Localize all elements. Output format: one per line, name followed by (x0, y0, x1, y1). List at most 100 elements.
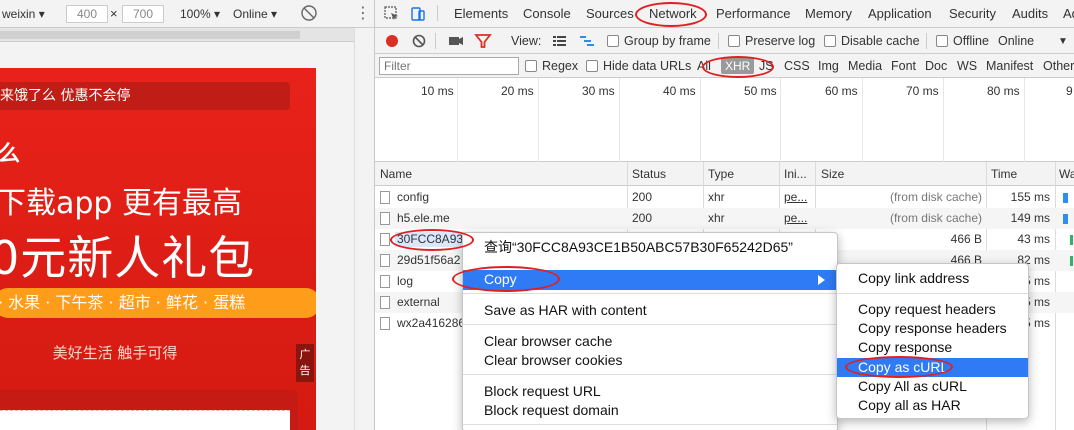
menu-item-clear-cookies[interactable]: Clear browser cookies (463, 351, 837, 370)
submenu-copy-response[interactable]: Copy response (837, 338, 1028, 357)
network-throttle-select[interactable]: Online ▾ (233, 6, 277, 22)
submenu-copy-all-as-curl[interactable]: Copy All as cURL (837, 377, 1028, 396)
ad-badge: 广告 (296, 344, 314, 382)
view-label: View: (511, 34, 542, 48)
throttle-dropdown-icon[interactable]: ▼ (1058, 34, 1068, 50)
menu-item-copy[interactable]: Copy (463, 270, 837, 290)
record-icon[interactable] (383, 32, 401, 50)
filter-funnel-icon[interactable] (474, 32, 492, 50)
tab-application[interactable]: Application (868, 6, 932, 22)
network-value: Online (233, 7, 268, 21)
device-toolbar-icon[interactable] (409, 5, 427, 23)
filter-type-doc[interactable]: Doc (925, 58, 947, 74)
tab-overflow[interactable]: Ad (1063, 6, 1074, 22)
filter-type-manifest[interactable]: Manifest (986, 58, 1033, 74)
width-input[interactable]: 400 (66, 5, 108, 23)
submenu-copy-all-as-har[interactable]: Copy all as HAR (837, 396, 1028, 415)
waterfall-bar (1063, 193, 1068, 203)
hide-data-urls-label: Hide data URLs (603, 59, 692, 73)
row-name: 30FCC8A93 (395, 232, 466, 247)
throttle-select[interactable]: Online (998, 33, 1034, 49)
large-rows-icon[interactable] (551, 32, 569, 50)
file-icon (380, 296, 390, 309)
timeline-tick: 10 ms (421, 84, 454, 98)
menu-item-block-url[interactable]: Block request URL (463, 382, 837, 401)
filter-bar: Regex Hide data URLs All XHR JS CSS Img … (375, 54, 1074, 78)
row-type: xhr (708, 211, 725, 225)
context-menu: 查询“30FCC8A93CE1B50ABC57B30F65242D65” Cop… (462, 232, 838, 430)
file-icon (380, 275, 390, 288)
waterfall-bar (1070, 256, 1073, 266)
submenu-copy-response-headers[interactable]: Copy response headers (837, 319, 1028, 338)
toolbar-separator (718, 33, 719, 49)
regex-checkbox[interactable] (525, 60, 537, 72)
rotate-icon[interactable] (300, 4, 318, 21)
device-select[interactable]: weixin ▾ (2, 6, 45, 22)
devtools-tabbar: Elements Console Sources Network Perform… (375, 0, 1074, 28)
filter-type-img[interactable]: Img (818, 58, 839, 74)
filter-type-all[interactable]: All (697, 58, 711, 74)
menu-item-block-domain[interactable]: Block request domain (463, 401, 837, 420)
inspect-element-icon[interactable] (383, 5, 401, 23)
disable-cache-checkbox[interactable] (824, 35, 836, 47)
clear-icon[interactable] (410, 32, 428, 50)
menu-item-save-har[interactable]: Save as HAR with content (463, 301, 837, 320)
row-initiator-link[interactable]: pe... (784, 211, 807, 226)
timeline-tick: 20 ms (501, 84, 534, 98)
column-status[interactable]: Status (632, 167, 666, 181)
group-by-frame-checkbox[interactable] (607, 35, 619, 47)
preserve-log-checkbox[interactable] (728, 35, 740, 47)
screenshot-camera-icon[interactable] (447, 32, 465, 50)
menu-item-clear-cache[interactable]: Clear browser cache (463, 332, 837, 351)
column-waterfall[interactable]: Wa (1059, 167, 1074, 181)
overview-waterfall-icon[interactable] (578, 32, 596, 50)
more-options-icon[interactable]: ⋮ (355, 4, 371, 24)
filter-type-css[interactable]: CSS (784, 58, 810, 74)
filter-type-xhr[interactable]: XHR (721, 58, 755, 74)
tab-audits[interactable]: Audits (1012, 6, 1048, 22)
menu-item-copy-label: Copy (484, 271, 517, 287)
tab-console[interactable]: Console (523, 6, 571, 22)
filter-type-ws[interactable]: WS (957, 58, 977, 74)
column-size[interactable]: Size (821, 167, 844, 181)
column-type[interactable]: Type (708, 167, 734, 181)
device-emulation-pane: weixin ▾ 400 × 700 100% ▾ Online ▾ ⋮ 来饿了… (0, 0, 374, 430)
zoom-select[interactable]: 100% ▾ (180, 6, 220, 22)
filter-input[interactable] (379, 57, 519, 75)
row-initiator-link[interactable]: pe... (784, 190, 807, 205)
column-initiator[interactable]: Ini... (784, 167, 807, 181)
submenu-copy-as-curl[interactable]: Copy as cURL (837, 358, 1028, 377)
height-input[interactable]: 700 (122, 5, 164, 23)
waterfall-bar (1070, 235, 1073, 245)
tab-sources[interactable]: Sources (586, 6, 634, 22)
offline-checkbox[interactable] (936, 35, 948, 47)
filter-type-other[interactable]: Other (1043, 58, 1074, 74)
table-row[interactable]: config 200 xhr pe... (from disk cache) 1… (375, 187, 1074, 208)
tab-elements[interactable]: Elements (454, 6, 508, 22)
slogan-text: 美好生活 触手可得 (52, 344, 178, 362)
submenu-copy-link-address[interactable]: Copy link address (837, 269, 1028, 288)
pane-splitter[interactable] (354, 28, 374, 430)
timeline-tick: 80 ms (987, 84, 1020, 98)
requests-table-header: Name Status Type Ini... Size Time Wa (375, 162, 1074, 186)
column-name[interactable]: Name (380, 167, 412, 181)
table-row[interactable]: h5.ele.me 200 xhr pe... (from disk cache… (375, 208, 1074, 229)
filter-type-font[interactable]: Font (891, 58, 916, 74)
tab-network[interactable]: Network (649, 6, 697, 22)
submenu-copy-request-headers[interactable]: Copy request headers (837, 300, 1028, 319)
column-time[interactable]: Time (991, 167, 1017, 181)
filter-type-media[interactable]: Media (848, 58, 882, 74)
timeline-overview[interactable]: 10 ms 20 ms 30 ms 40 ms 50 ms 60 ms 70 m… (375, 78, 1074, 162)
menu-item-query[interactable]: 查询“30FCC8A93CE1B50ABC57B30F65242D65” (463, 238, 837, 257)
hide-data-urls-checkbox[interactable] (586, 60, 598, 72)
tab-security[interactable]: Security (949, 6, 996, 22)
filter-type-js[interactable]: JS (759, 58, 774, 74)
tab-performance[interactable]: Performance (716, 6, 790, 22)
menu-separator (463, 374, 837, 375)
category-strip[interactable]: · 水果 · 下午茶 · 超市 · 鲜花 · 蛋糕 (0, 288, 316, 318)
row-name: h5.ele.me (397, 211, 450, 225)
tab-memory[interactable]: Memory (805, 6, 852, 22)
file-icon (380, 254, 390, 267)
timeline-tick: 40 ms (663, 84, 696, 98)
promo-banner[interactable]: 来饿了么 优惠不会停 (0, 82, 290, 110)
